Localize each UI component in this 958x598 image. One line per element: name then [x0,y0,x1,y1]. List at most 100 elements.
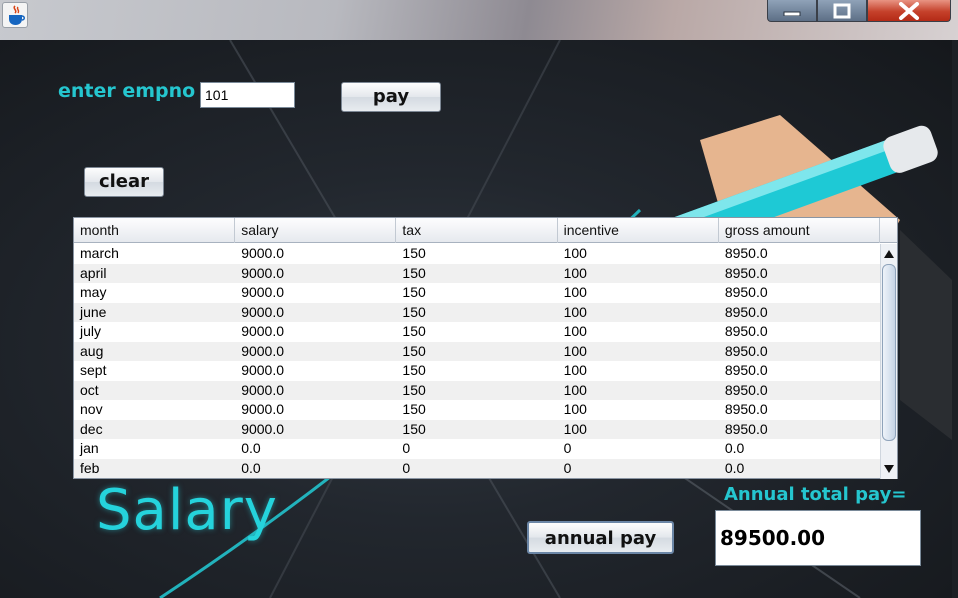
column-header-month[interactable]: month [74,218,236,243]
cell-gross-amount: 8950.0 [724,284,768,300]
column-header-salary[interactable]: salary [235,218,397,243]
cell-tax: 150 [402,362,426,378]
cell-tax: 150 [402,284,426,300]
cell-salary: 0.0 [241,459,261,476]
table-row[interactable]: jan 0.0 0 0 0.0 [74,439,880,459]
arrow-down-icon [884,465,894,473]
cell-gross-amount: 8950.0 [724,323,768,339]
cell-month: may [80,284,107,300]
cell-tax: 150 [402,323,426,339]
cell-salary: 9000.0 [241,381,285,398]
cell-incentive: 0 [563,440,572,456]
column-header-gross-amount[interactable]: gross amount [719,218,881,243]
table-row[interactable]: oct 9000.0 150 100 8950.0 [74,380,880,400]
cell-tax: 150 [402,420,426,437]
cell-incentive: 100 [563,303,587,320]
close-button[interactable] [867,0,951,22]
cell-salary: 9000.0 [241,245,285,261]
cell-gross-amount: 8950.0 [724,420,768,437]
cell-tax: 150 [402,303,426,320]
cell-month: march [80,245,119,261]
cell-tax: 150 [402,264,426,281]
cell-gross-amount: 0.0 [724,459,745,476]
table-row[interactable]: may 9000.0 150 100 8950.0 [74,283,880,303]
cell-gross-amount: 8950.0 [724,381,768,398]
cell-salary: 9000.0 [241,401,285,417]
cell-gross-amount: 8950.0 [724,264,768,281]
cell-month: april [80,264,107,281]
cell-month: aug [80,342,104,359]
cell-salary: 9000.0 [241,362,285,378]
cell-tax: 150 [402,401,426,417]
table-row[interactable]: feb 0.0 0 0 0.0 [74,458,880,478]
column-header-tax[interactable]: tax [396,218,558,243]
cell-salary: 9000.0 [241,420,285,437]
cell-incentive: 100 [563,284,587,300]
pay-button[interactable]: pay [341,82,441,112]
cell-incentive: 100 [563,323,587,339]
cell-incentive: 100 [563,362,587,378]
annual-total-label: Annual total pay= [724,484,907,505]
annual-pay-button[interactable]: annual pay [527,521,674,554]
cell-month: oct [80,381,99,398]
cell-tax: 0 [402,459,411,476]
cell-month: june [80,303,107,320]
cell-month: jan [80,440,99,456]
cell-gross-amount: 8950.0 [724,401,768,417]
salary-table[interactable]: month salary tax incentive gross amount … [73,217,898,479]
scroll-up-button[interactable] [881,246,897,262]
table-row[interactable]: july 9000.0 150 100 8950.0 [74,322,880,342]
java-cup-icon[interactable] [2,2,28,28]
cell-salary: 0.0 [241,440,261,456]
scroll-down-button[interactable] [881,461,897,477]
table-row[interactable]: june 9000.0 150 100 8950.0 [74,302,880,322]
cell-month: july [80,323,102,339]
cell-salary: 9000.0 [241,284,285,300]
table-row[interactable]: sept 9000.0 150 100 8950.0 [74,361,880,381]
empno-label: enter empno [58,80,196,102]
cell-tax: 0 [402,440,411,456]
scrollbar-thumb[interactable] [882,264,896,441]
cell-month: dec [80,420,103,437]
table-row[interactable]: march 9000.0 150 100 8950.0 [74,244,880,264]
table-header: month salary tax incentive gross amount [74,218,881,243]
clear-button[interactable]: clear [84,167,164,197]
minimize-icon [783,11,801,16]
minimize-button[interactable] [767,0,817,22]
cell-incentive: 0 [563,459,572,476]
header-corner [880,218,897,243]
column-header-incentive[interactable]: incentive [558,218,719,243]
annual-total-field[interactable]: 89500.00 [715,510,921,566]
table-row[interactable]: dec 9000.0 150 100 8950.0 [74,419,880,439]
cell-incentive: 100 [563,264,587,281]
cell-salary: 9000.0 [241,323,285,339]
cell-salary: 9000.0 [241,342,285,359]
empno-input[interactable] [200,82,295,108]
vertical-scrollbar[interactable] [880,244,897,479]
close-icon [899,1,919,20]
cell-gross-amount: 0.0 [724,440,745,456]
cell-tax: 150 [402,342,426,359]
table-row[interactable]: aug 9000.0 150 100 8950.0 [74,341,880,361]
cell-salary: 9000.0 [241,303,285,320]
maximize-button[interactable] [817,0,867,22]
cell-gross-amount: 8950.0 [724,245,768,261]
cell-incentive: 100 [563,342,587,359]
cell-month: sept [80,362,107,378]
arrow-up-icon [884,250,894,258]
salary-logo-text: Salary [96,478,278,543]
cell-salary: 9000.0 [241,264,285,281]
window-title-bar [0,0,958,40]
table-row[interactable]: april 9000.0 150 100 8950.0 [74,263,880,283]
cell-month: nov [80,401,103,417]
app-window: enter empno pay clear month salary tax i… [0,40,952,598]
table-row[interactable]: nov 9000.0 150 100 8950.0 [74,400,880,420]
cell-gross-amount: 8950.0 [724,342,768,359]
cell-month: feb [80,459,100,476]
cell-incentive: 100 [563,420,587,437]
cell-tax: 150 [402,381,426,398]
cell-gross-amount: 8950.0 [724,303,768,320]
maximize-icon [833,3,851,18]
cell-incentive: 100 [563,381,587,398]
cell-gross-amount: 8950.0 [724,362,768,378]
